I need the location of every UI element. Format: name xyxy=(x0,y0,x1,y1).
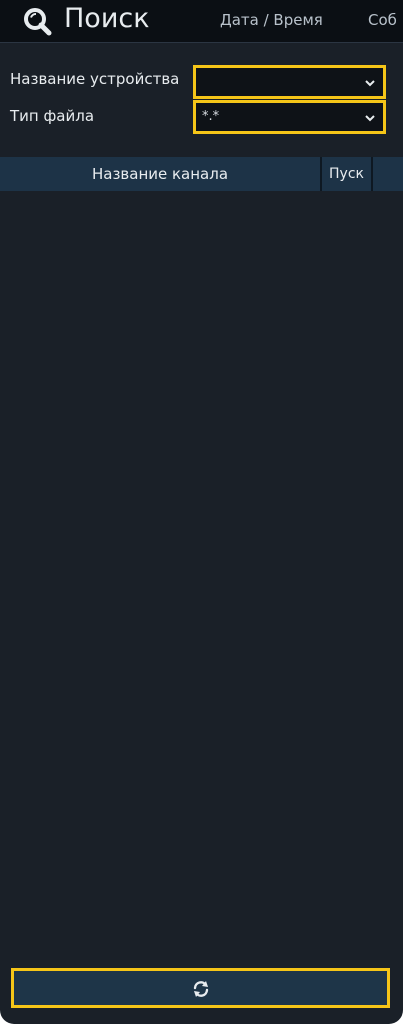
column-header-start[interactable]: Пуск xyxy=(322,157,371,191)
search-panel: Поиск Дата / Время Соб Название устройст… xyxy=(0,0,403,1024)
tab-date-time[interactable]: Дата / Время xyxy=(220,10,323,30)
device-name-label: Название устройства xyxy=(10,70,180,88)
page-title: Поиск xyxy=(64,3,150,34)
tab-events[interactable]: Соб xyxy=(368,10,403,30)
chevron-down-icon xyxy=(365,115,375,122)
file-type-label: Тип файла xyxy=(10,107,95,125)
header-bar: Поиск Дата / Время Соб xyxy=(0,0,403,43)
table-header: Название канала Пуск xyxy=(0,157,403,191)
file-type-select[interactable]: *.* xyxy=(193,100,386,134)
file-type-value: *.* xyxy=(202,109,220,124)
column-header-channel-name[interactable]: Название канала xyxy=(0,157,320,191)
chevron-down-icon xyxy=(365,80,375,87)
search-icon[interactable] xyxy=(22,6,52,36)
column-divider xyxy=(371,157,373,191)
refresh-icon xyxy=(193,981,209,997)
device-name-select[interactable] xyxy=(193,65,386,99)
refresh-button[interactable] xyxy=(11,968,390,1008)
